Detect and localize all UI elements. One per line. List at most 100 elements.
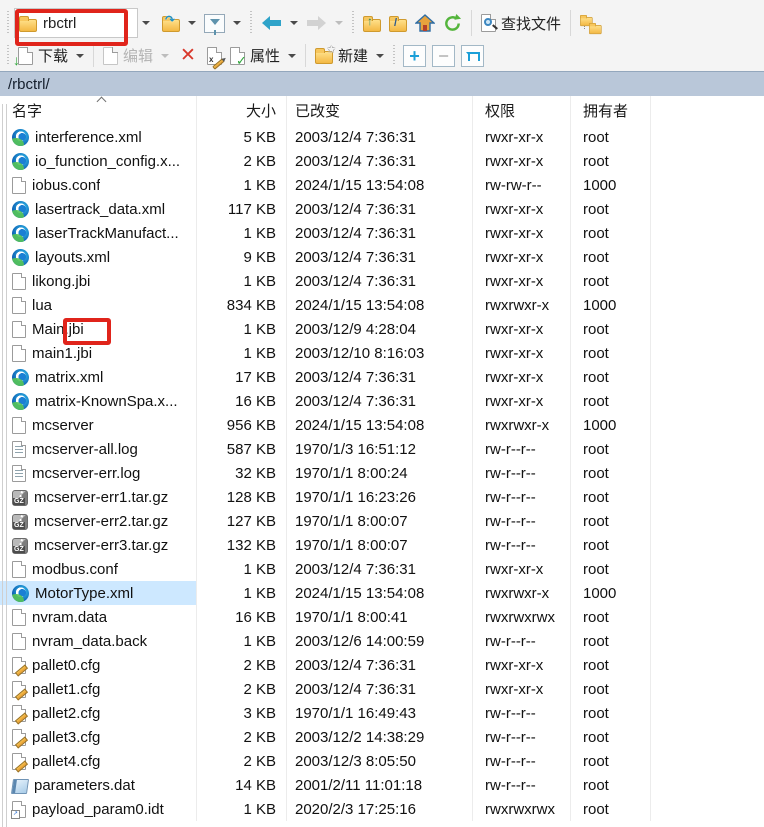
back-button[interactable] [257,12,302,34]
table-row[interactable]: iobus.conf 1 KB 2024/1/15 13:54:08 rw-rw… [0,173,764,197]
table-row[interactable]: io_function_config.x... 2 KB 2003/12/4 7… [0,149,764,173]
file-name-cell: nvram_data.back [0,629,197,653]
cfg-file-icon [12,753,26,770]
table-row[interactable]: pallet4.cfg 2 KB 2003/12/3 8:05:50 rw-r-… [0,749,764,773]
file-size: 2 KB [197,677,287,701]
table-row[interactable]: matrix.xml 17 KB 2003/12/4 7:36:31 rwxr-… [0,365,764,389]
column-header-size[interactable]: 大小 [197,96,287,125]
refresh-button[interactable] [439,11,466,36]
edge-file-icon [12,129,29,146]
edit-button[interactable]: 编辑 [99,42,173,69]
table-row[interactable]: pallet3.cfg 2 KB 2003/12/2 14:38:29 rw-r… [0,725,764,749]
file-size: 587 KB [197,437,287,461]
table-row[interactable]: main1.jbi 1 KB 2003/12/10 8:16:03 rwxr-x… [0,341,764,365]
table-row[interactable]: matrix-KnownSpa.x... 16 KB 2003/12/4 7:3… [0,389,764,413]
table-row[interactable]: laserTrackManufact... 1 KB 2003/12/4 7:3… [0,221,764,245]
file-owner: root [571,725,651,749]
file-name: modbus.conf [32,561,118,578]
table-row[interactable]: Main.jbi 1 KB 2003/12/9 4:28:04 rwxr-xr-… [0,317,764,341]
filter-button[interactable] [200,11,245,36]
table-row[interactable]: mcserver-err.log 32 KB 1970/1/1 8:00:24 … [0,461,764,485]
cfg-file-icon [12,657,26,674]
table-row[interactable]: nvram_data.back 1 KB 2003/12/6 14:00:59 … [0,629,764,653]
table-row[interactable]: mcserver-err3.tar.gz 132 KB 1970/1/1 8:0… [0,533,764,557]
table-row[interactable]: pallet0.cfg 2 KB 2003/12/4 7:36:31 rwxr-… [0,653,764,677]
file-owner: root [571,557,651,581]
table-row[interactable]: lasertrack_data.xml 117 KB 2003/12/4 7:3… [0,197,764,221]
new-dropdown[interactable] [376,54,384,58]
file-owner: root [571,389,651,413]
toolbar-grip[interactable] [391,45,397,66]
forward-button[interactable] [302,12,347,34]
table-row[interactable]: pallet1.cfg 2 KB 2003/12/4 7:36:31 rwxr-… [0,677,764,701]
table-row[interactable]: mcserver-err2.tar.gz 127 KB 1970/1/1 8:0… [0,509,764,533]
table-row[interactable]: interference.xml 5 KB 2003/12/4 7:36:31 … [0,125,764,149]
file-name: matrix.xml [35,369,103,386]
delete-button[interactable]: ✕ [173,43,203,68]
table-row[interactable]: nvram.data 16 KB 1970/1/1 8:00:41 rwxrwx… [0,605,764,629]
home-directory-button[interactable] [411,11,439,35]
file-owner: root [571,797,651,821]
remove-filter-button[interactable]: − [432,45,455,67]
table-row[interactable]: pallet2.cfg 3 KB 1970/1/1 16:49:43 rw-r-… [0,701,764,725]
directory-tree-button[interactable] [576,10,608,36]
file-changed: 1970/1/1 8:00:07 [287,533,473,557]
toolbar-grip[interactable] [248,11,254,35]
table-row[interactable]: mcserver 956 KB 2024/1/15 13:54:08 rwxrw… [0,413,764,437]
address-bar[interactable]: /rbctrl/ [0,71,764,96]
file-owner: root [571,365,651,389]
file-changed: 2003/12/4 7:36:31 [287,653,473,677]
file-owner: root [571,125,651,149]
table-row[interactable]: modbus.conf 1 KB 2003/12/4 7:36:31 rwxr-… [0,557,764,581]
file-name: lasertrack_data.xml [35,201,165,218]
table-row[interactable]: payload_param0.idt 1 KB 2020/2/3 17:25:1… [0,797,764,821]
file-file-icon [12,297,26,314]
column-header-changed[interactable]: 已改变 [287,96,473,125]
download-dropdown[interactable] [76,54,84,58]
new-button[interactable]: ✩ 新建 [311,42,388,69]
file-changed: 2024/1/15 13:54:08 [287,293,473,317]
directory-path-combo[interactable]: rbctrl [14,8,138,38]
table-row[interactable]: parameters.dat 14 KB 2001/2/11 11:01:18 … [0,773,764,797]
toolbar-grip[interactable] [5,45,11,66]
root-directory-button[interactable]: / [385,12,411,35]
column-header-name[interactable]: 名字 [0,96,197,125]
file-owner: 1000 [571,173,651,197]
file-name-cell: mcserver-err3.tar.gz [0,533,197,557]
properties-button[interactable]: ✓ 属性 [226,42,300,69]
table-row[interactable]: MotorType.xml 1 KB 2024/1/15 13:54:08 rw… [0,581,764,605]
file-size: 17 KB [197,365,287,389]
edit-dropdown[interactable] [161,54,169,58]
add-filter-button[interactable]: + [403,45,426,67]
filter-list-button[interactable] [461,45,484,67]
column-header-permissions[interactable]: 权限 [473,96,571,125]
file-changed: 2003/12/4 7:36:31 [287,269,473,293]
path-combo-dropdown[interactable] [142,21,150,25]
file-owner: root [571,605,651,629]
file-owner: root [571,221,651,245]
file-size: 14 KB [197,773,287,797]
table-row[interactable]: layouts.xml 9 KB 2003/12/4 7:36:31 rwxr-… [0,245,764,269]
open-directory-button[interactable]: ↷ [158,12,200,35]
table-row[interactable]: lua 834 KB 2024/1/15 13:54:08 rwxrwxr-x … [0,293,764,317]
table-row[interactable]: mcserver-err1.tar.gz 128 KB 1970/1/1 16:… [0,485,764,509]
toolbar-grip[interactable] [350,11,356,35]
properties-dropdown[interactable] [288,54,296,58]
download-button[interactable]: ↓ 下载 [14,42,88,69]
back-history-dropdown[interactable] [290,21,298,25]
column-header-owner[interactable]: 拥有者 [571,96,651,125]
parent-directory-button[interactable]: ↑ [359,12,385,35]
table-row[interactable]: likong.jbi 1 KB 2003/12/4 7:36:31 rwxr-x… [0,269,764,293]
table-row[interactable]: mcserver-all.log 587 KB 1970/1/3 16:51:1… [0,437,764,461]
open-folder-icon: ↷ [162,19,180,32]
filter-dropdown[interactable] [233,21,241,25]
file-size: 1 KB [197,557,287,581]
find-files-button[interactable]: 查找文件 [477,10,565,37]
toolbar-grip[interactable] [5,11,11,35]
open-directory-dropdown[interactable] [188,21,196,25]
rename-button[interactable]: x [203,44,226,68]
file-name: mcserver-err3.tar.gz [34,537,168,554]
forward-history-dropdown[interactable] [335,21,343,25]
file-owner: root [571,509,651,533]
file-owner: root [571,197,651,221]
